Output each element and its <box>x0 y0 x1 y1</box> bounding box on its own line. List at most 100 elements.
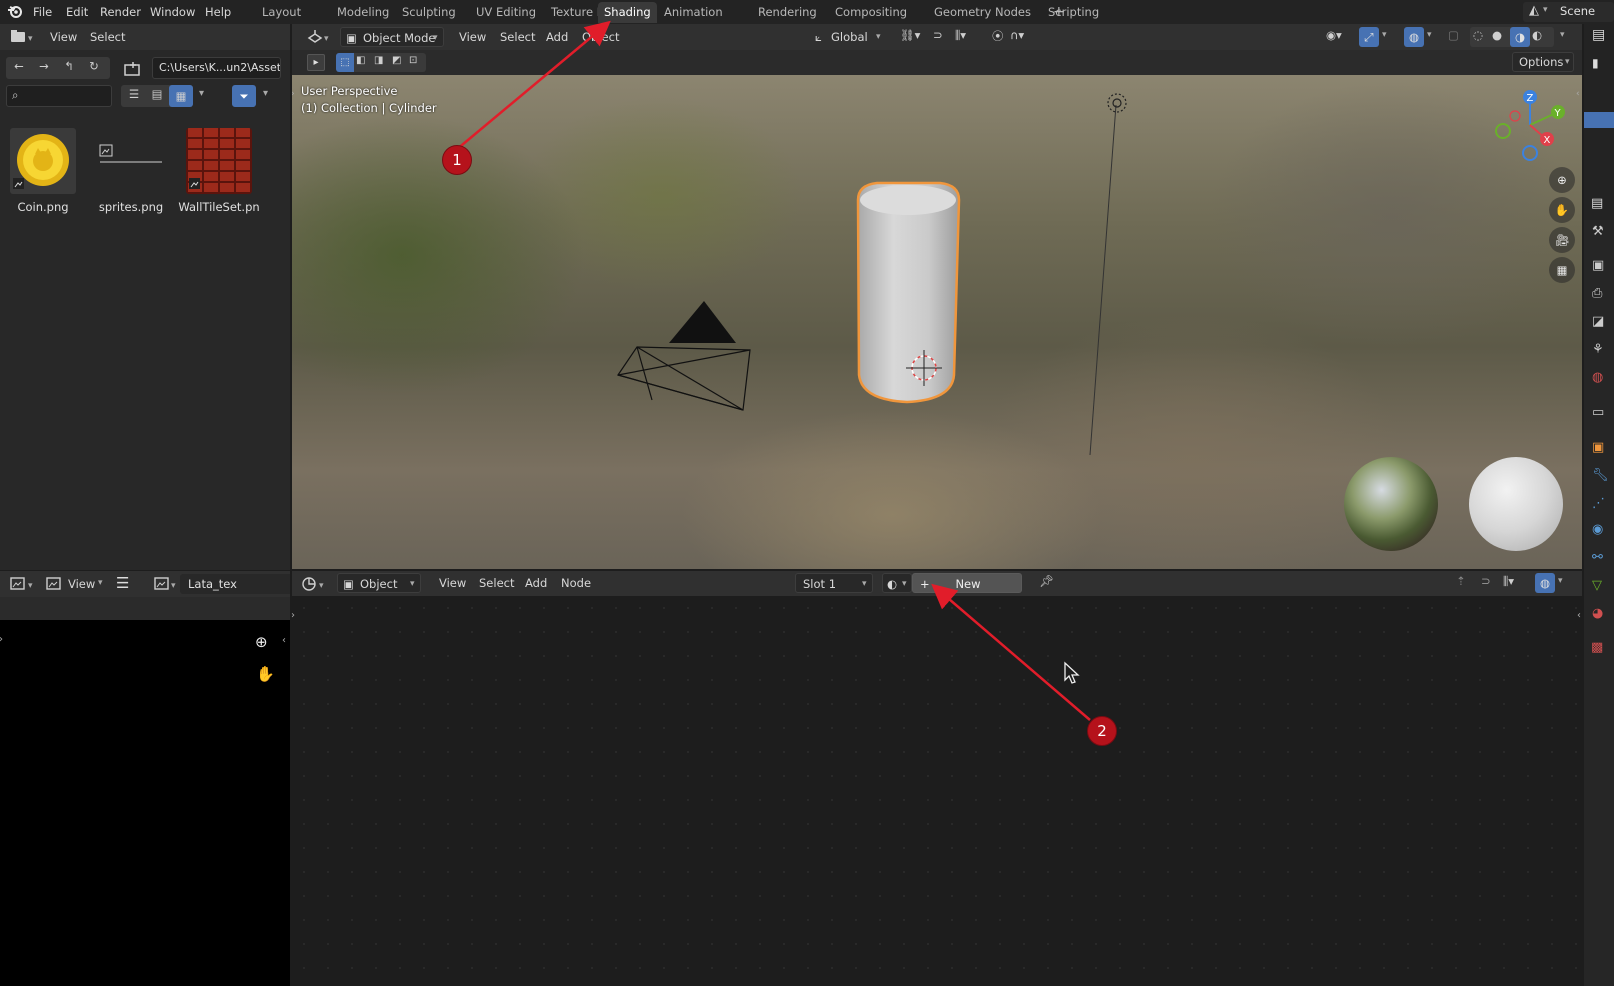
toolbar-expand-icon[interactable]: › <box>0 634 3 645</box>
zoom-icon[interactable]: ⊕ <box>1549 167 1575 193</box>
visibility-icon[interactable]: ◉▾ <box>1326 28 1342 42</box>
pin-icon[interactable]: 📌︎ <box>1039 574 1054 588</box>
menu-edit[interactable]: Edit <box>66 3 88 21</box>
new-material-button[interactable]: + New <box>912 573 1022 593</box>
pan-hand-icon[interactable]: ✋ <box>256 665 275 683</box>
viewport-view-menu[interactable]: View <box>459 25 486 49</box>
tab-compositing[interactable]: Compositing <box>829 2 913 23</box>
view-layer-tab-icon[interactable]: ◪ <box>1592 314 1604 329</box>
menu-window[interactable]: Window <box>150 3 195 21</box>
solid-shading-icon[interactable]: ● <box>1492 28 1502 42</box>
file-item-coin[interactable]: Coin.png <box>10 128 76 214</box>
collection-tab-icon[interactable]: ▭ <box>1592 405 1604 420</box>
sidebar-expand-icon[interactable]: ‹ <box>282 635 286 646</box>
image-browse-icon[interactable]: ▾ <box>152 575 182 593</box>
render-tab-icon[interactable]: ▣ <box>1592 258 1604 273</box>
node-snap-target-icon[interactable]: ⫼▾ <box>1503 574 1514 589</box>
tab-geometry-nodes[interactable]: Geometry Nodes <box>928 2 1037 23</box>
node-snap-icon[interactable]: ⊃ <box>1481 574 1491 588</box>
file-item-sprites[interactable]: sprites.png <box>98 128 164 214</box>
viewport-editor-type-icon[interactable]: ▾ <box>306 28 332 46</box>
tab-sculpting[interactable]: Sculpting <box>396 2 462 23</box>
node-editor-type-icon[interactable]: ▾ <box>300 575 328 593</box>
overlays-chevron-icon[interactable]: ▾ <box>1427 30 1432 40</box>
node-select-menu[interactable]: Select <box>479 571 514 595</box>
image-name-field[interactable]: Lata_tex <box>180 574 290 594</box>
forward-icon[interactable]: → <box>35 59 53 73</box>
parent-node-tree-icon[interactable]: ⇡ <box>1456 574 1466 588</box>
particles-tab-icon[interactable]: ⋰ <box>1592 496 1605 511</box>
snap-icon[interactable]: ⊃ <box>933 28 943 42</box>
node-editor-canvas[interactable]: › ‹ <box>291 596 1582 986</box>
overlays-icon[interactable]: ◍ <box>1404 27 1424 47</box>
select-tool-icon[interactable]: ▸ <box>307 54 325 71</box>
editor-type-icon[interactable]: ▾ <box>8 28 36 46</box>
modifier-tab-icon[interactable]: 🔧︎ <box>1592 468 1609 483</box>
menu-file[interactable]: File <box>33 3 52 21</box>
file-select-menu[interactable]: Select <box>90 24 125 50</box>
image-view-menu[interactable]: View <box>68 572 95 596</box>
output-tab-icon[interactable]: ⎙ <box>1592 286 1602 301</box>
viewport-select-menu[interactable]: Select <box>500 25 535 49</box>
tool-tab-icon[interactable]: ⚒ <box>1592 224 1604 239</box>
refresh-icon[interactable]: ↻ <box>85 59 103 73</box>
pan-hand-icon[interactable]: ✋ <box>1549 197 1575 223</box>
options-dropdown[interactable]: Options ▾ <box>1512 52 1574 72</box>
parent-directory-icon[interactable]: ↰ <box>60 59 78 73</box>
shading-chevron-icon[interactable]: ▾ <box>1560 30 1565 40</box>
image-mode-icon[interactable] <box>45 575 63 593</box>
properties-editor-icon[interactable]: ▤ <box>1592 27 1605 43</box>
navigation-gizmo[interactable]: Z Y X <box>1490 83 1570 163</box>
zoom-icon[interactable]: ⊕ <box>255 633 268 651</box>
slot-dropdown[interactable]: Slot 1 ▾ <box>795 573 873 593</box>
snap-target-icon[interactable]: ⫼▾ <box>955 28 966 43</box>
ortho-grid-icon[interactable]: ▦ <box>1549 257 1575 283</box>
object-tab-icon[interactable]: ▣ <box>1592 440 1604 455</box>
file-view-menu[interactable]: View <box>50 24 77 50</box>
chevron-down-icon[interactable]: ▾ <box>98 578 103 588</box>
tab-rendering[interactable]: Rendering <box>752 2 823 23</box>
data-tab-icon[interactable]: ▽ <box>1592 578 1602 593</box>
select-extend-icon[interactable]: ◧ <box>356 55 365 66</box>
filter-chevron-down-icon[interactable]: ▾ <box>263 88 268 99</box>
list-view-icon[interactable]: ☰ <box>123 87 145 101</box>
shader-type-dropdown[interactable]: ▣ Object ▾ <box>337 573 421 593</box>
scene-selector[interactable]: ◭ ▾ Scene <box>1523 2 1614 22</box>
node-add-menu[interactable]: Add <box>525 571 547 595</box>
wireframe-shading-icon[interactable]: ◌ <box>1473 28 1483 42</box>
transform-orientation-dropdown[interactable]: ⟀ Global ▾ <box>812 27 884 47</box>
gizmo-toggle-icon[interactable]: ⤢ <box>1359 27 1379 47</box>
viewport-object-menu[interactable]: Object <box>582 25 619 49</box>
proportional-edit-icon[interactable]: ⦿ <box>992 28 1004 44</box>
node-node-menu[interactable]: Node <box>561 571 591 595</box>
world-tab-icon[interactable]: ◍ <box>1592 370 1603 385</box>
tab-shading[interactable]: Shading <box>598 2 657 23</box>
node-overlays-icon[interactable]: ◍ <box>1535 573 1555 593</box>
toolbar-expand-icon[interactable]: › <box>291 610 295 621</box>
3d-viewport[interactable]: User Perspective (1) Collection | Cylind… <box>292 75 1582 569</box>
display-chevron-down-icon[interactable]: ▾ <box>199 88 204 99</box>
material-preview-icon[interactable]: ◑ <box>1510 27 1530 47</box>
select-intersect-icon[interactable]: ⊡ <box>409 55 417 66</box>
viewport-add-menu[interactable]: Add <box>546 25 568 49</box>
compact-view-icon[interactable]: ▤ <box>146 87 168 101</box>
tab-uv-editing[interactable]: UV Editing <box>470 2 542 23</box>
image-editor-type-icon[interactable]: ▾ <box>8 575 38 593</box>
blender-logo-icon[interactable] <box>6 2 24 20</box>
falloff-icon[interactable]: ∩▾ <box>1010 28 1024 42</box>
file-item-walltileset[interactable]: WallTileSet.pn <box>178 128 260 214</box>
select-invert-icon[interactable]: ◩ <box>392 55 401 66</box>
tab-animation[interactable]: Animation <box>658 2 729 23</box>
xray-icon[interactable]: ▢ <box>1448 28 1459 42</box>
thumbnail-view-icon[interactable]: ▦ <box>169 85 193 107</box>
menu-render[interactable]: Render <box>100 3 141 21</box>
select-new-icon[interactable]: ⬚ <box>336 53 354 72</box>
browse-material-button[interactable]: ◐ ▾ <box>882 573 912 593</box>
properties-type-icon[interactable]: ▤ <box>1591 196 1603 211</box>
constraints-tab-icon[interactable]: ⚯ <box>1592 550 1603 565</box>
camera-view-icon[interactable]: 🎥︎ <box>1549 227 1575 253</box>
scene-tab-icon[interactable]: ⚘ <box>1592 342 1604 357</box>
tab-layout[interactable]: Layout <box>256 2 307 23</box>
rendered-shading-icon[interactable]: ◐ <box>1532 28 1542 42</box>
new-folder-icon[interactable] <box>121 59 143 79</box>
